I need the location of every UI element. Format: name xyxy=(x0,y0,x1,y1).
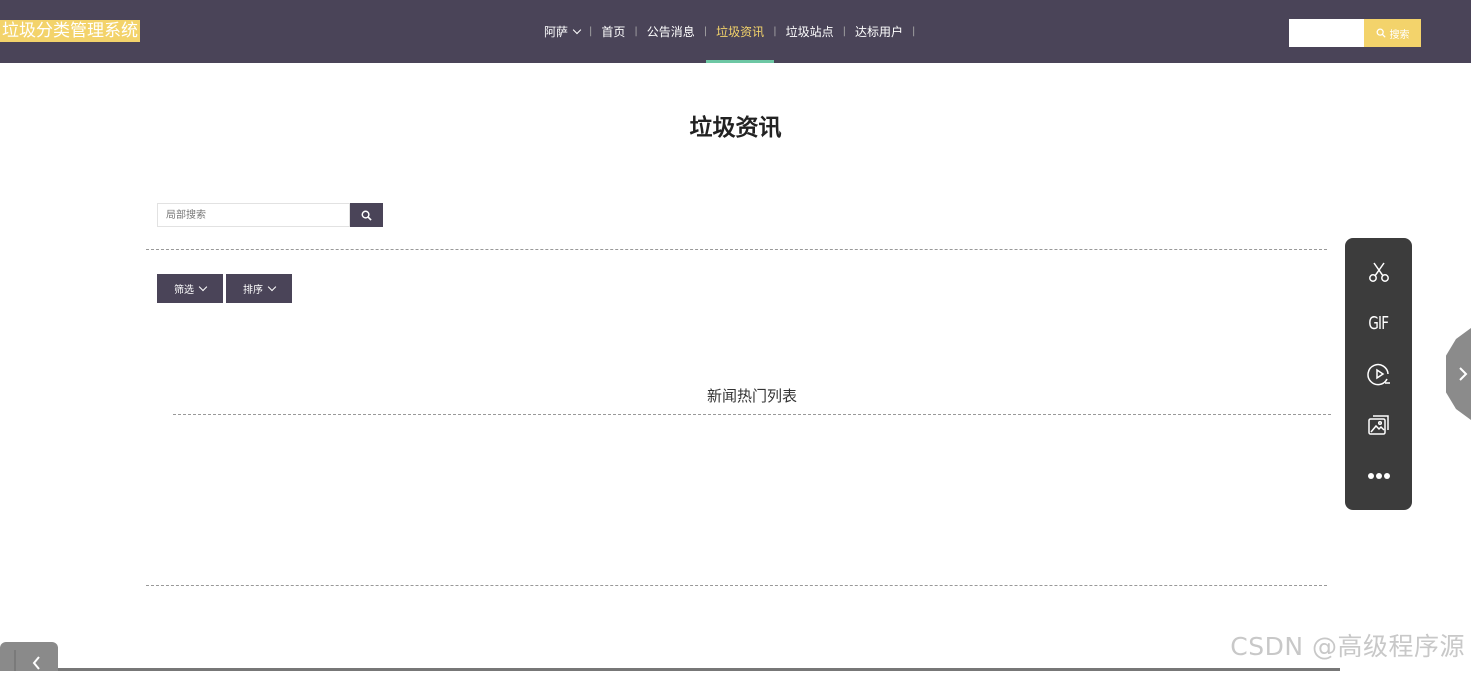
chevron-down-icon xyxy=(572,25,582,35)
record-icon xyxy=(1366,363,1390,386)
top-navbar: 垃圾分类管理系统 阿萨 | 首页 | 公告消息 | 垃圾资讯 | 垃圾站点 | … xyxy=(0,0,1471,63)
nav-divider: | xyxy=(911,26,916,37)
local-search-button[interactable] xyxy=(350,203,383,227)
top-search-input[interactable] xyxy=(1289,19,1364,47)
section-title: 新闻热门列表 xyxy=(706,387,797,405)
divider-section xyxy=(173,414,1331,415)
watermark: CSDN @高级程序源 xyxy=(1230,632,1465,661)
nav-divider: | xyxy=(773,26,777,37)
nav-divider: | xyxy=(634,26,638,37)
nav-divider: | xyxy=(842,26,846,37)
expand-panel-tab[interactable] xyxy=(1446,328,1471,420)
nav-item-announcements[interactable]: 公告消息 xyxy=(643,0,699,63)
collapse-panel-tab[interactable] xyxy=(0,642,58,671)
divider-top xyxy=(146,249,1327,250)
nav-item-qualified-users[interactable]: 达标用户 xyxy=(851,0,907,63)
divider-bottom xyxy=(146,585,1327,586)
scissors-icon xyxy=(1368,262,1389,282)
filter-button[interactable]: 筛选 xyxy=(157,274,223,303)
page-title: 垃圾资讯 xyxy=(689,115,782,141)
more-button[interactable] xyxy=(1345,454,1412,498)
nav-item-user[interactable]: 阿萨 xyxy=(540,0,584,63)
nav-item-home[interactable]: 首页 xyxy=(597,0,629,63)
nav-divider: | xyxy=(589,26,593,37)
chevron-left-icon xyxy=(14,650,40,671)
screenshot-button[interactable] xyxy=(1345,403,1412,447)
sort-button-label: 排序 xyxy=(243,285,263,296)
screenshot-icon xyxy=(1367,415,1389,435)
local-search-input[interactable] xyxy=(157,203,350,227)
top-search-button[interactable]: 搜索 xyxy=(1364,19,1421,47)
nav-divider: | xyxy=(703,26,708,37)
record-button[interactable] xyxy=(1345,352,1412,396)
chevron-down-icon xyxy=(267,282,277,292)
scissors-button[interactable] xyxy=(1345,250,1412,294)
search-icon xyxy=(1376,28,1386,38)
nav-item-garbage-news[interactable]: 垃圾资讯 xyxy=(706,0,775,63)
chevron-right-icon xyxy=(1459,367,1468,381)
filter-button-label: 筛选 xyxy=(174,285,194,296)
nav-item-user-label: 阿萨 xyxy=(544,25,569,39)
chevron-down-icon xyxy=(198,282,208,292)
gif-icon: GIF xyxy=(1368,312,1390,334)
floating-toolbar: GIF xyxy=(1345,238,1412,510)
search-icon xyxy=(361,210,372,221)
brand-title[interactable]: 垃圾分类管理系统 xyxy=(0,20,140,42)
nav-item-garbage-stations[interactable]: 垃圾站点 xyxy=(782,0,838,63)
top-search-label: 搜索 xyxy=(1389,29,1410,41)
sort-button[interactable]: 排序 xyxy=(226,274,292,303)
more-icon xyxy=(1367,473,1390,479)
main-nav: 阿萨 | 首页 | 公告消息 | 垃圾资讯 | 垃圾站点 | 达标用户 | xyxy=(540,0,920,63)
gif-button[interactable]: GIF xyxy=(1345,301,1412,345)
